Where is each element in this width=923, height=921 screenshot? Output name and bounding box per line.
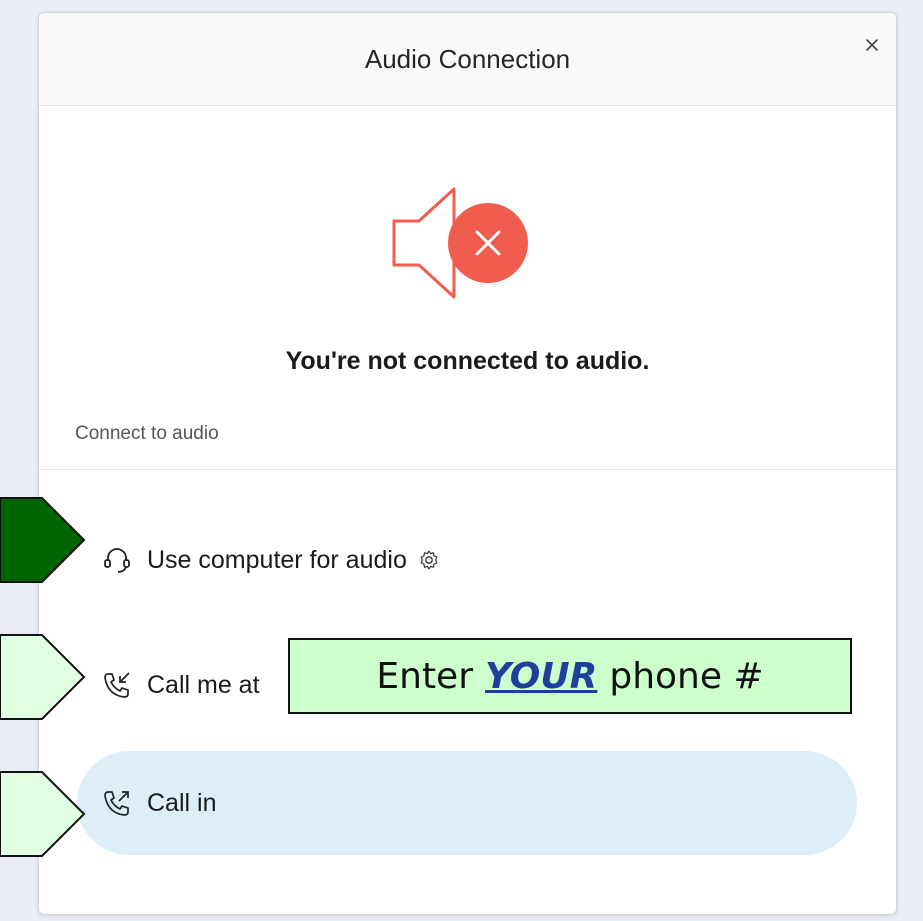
use-computer-audio-option[interactable]: Use computer for audio (77, 508, 857, 612)
use-computer-audio-label: Use computer for audio (147, 545, 407, 574)
call-in-option[interactable]: Call in (77, 751, 857, 855)
settings-gear-icon[interactable] (417, 548, 441, 572)
section-divider (39, 469, 896, 470)
dialog-title: Audio Connection (364, 44, 571, 74)
phone-outgoing-icon (97, 783, 137, 823)
light-green-pointer-arrow (0, 771, 86, 857)
connect-to-audio-label: Connect to audio (75, 423, 219, 444)
dialog-titlebar: Audio Connection (39, 13, 896, 106)
callout-emphasis: YOUR (485, 655, 598, 697)
callout-suffix: phone # (609, 655, 764, 697)
audio-connection-dialog: Audio Connection You're not connected to… (38, 12, 897, 915)
close-icon[interactable] (860, 33, 884, 57)
enter-phone-callout: Enter YOUR phone # (288, 638, 852, 714)
light-green-pointer-arrow (0, 634, 86, 720)
phone-incoming-icon (97, 665, 137, 705)
not-connected-message: You're not connected to audio. (285, 347, 650, 375)
callout-prefix: Enter (376, 655, 474, 697)
call-me-at-label: Call me at (147, 670, 260, 699)
dark-green-pointer-arrow (0, 497, 86, 583)
muted-speaker-icon (384, 183, 534, 308)
headset-icon (97, 540, 137, 580)
call-in-label: Call in (147, 788, 217, 817)
